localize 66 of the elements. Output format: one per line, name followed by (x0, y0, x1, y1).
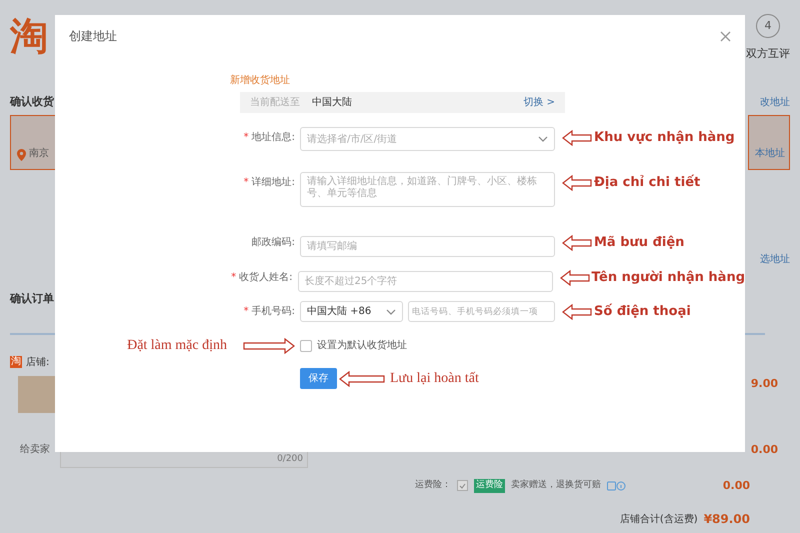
left-arrow-icon (339, 370, 385, 386)
step-label: 双方互评 (746, 46, 790, 62)
address-link[interactable]: 本地址 (755, 146, 785, 161)
checkbox-label: 设置为默认收货地址 (317, 338, 407, 353)
insurance-label: 运费险： (415, 479, 451, 492)
required-asterisk: * (231, 271, 236, 285)
region-select[interactable]: 请选择省/市/区/街道 (300, 127, 555, 151)
required-asterisk: * (244, 176, 249, 190)
message-label: 给卖家 (20, 442, 50, 456)
store-total-label: 店铺合计(含运费) (620, 512, 698, 526)
chevron-down-icon (538, 136, 548, 142)
default-address-checkbox[interactable] (300, 340, 312, 352)
location-pin-icon (17, 149, 26, 161)
section-heading: 确认收货 (10, 94, 54, 110)
field-label: 邮政编码: (252, 236, 295, 250)
step-number: 4 (756, 14, 780, 38)
address-text: 南京 (29, 146, 49, 161)
right-arrow-icon (243, 338, 295, 354)
info-icon (607, 480, 627, 491)
character-counter: 0/200 (277, 453, 303, 466)
store-total-value: ¥89.00 (704, 511, 750, 528)
annotation-text: Tên người nhận hàng (592, 268, 745, 287)
annotation-text: Địa chỉ chi tiết (594, 174, 700, 192)
left-arrow-icon (562, 304, 592, 320)
left-arrow-icon (560, 270, 590, 286)
address-link[interactable]: 选地址 (760, 252, 790, 267)
logo: 淘 (10, 14, 48, 60)
left-arrow-icon (562, 130, 592, 146)
address-textarea[interactable]: 请输入详细地址信息，如道路、门牌号、小区、楼栋号、单元等信息 (300, 172, 555, 207)
postcode-input[interactable]: 请填写邮编 (300, 236, 555, 257)
section-heading: 确认订单 (10, 291, 55, 307)
annotation-text: Số điện thoại (594, 302, 691, 321)
phone-input[interactable]: 电话号码、手机号码必须填一项 (408, 301, 555, 322)
dialog-title: 创建地址 (69, 28, 117, 45)
insurance-price: 0.00 (722, 478, 750, 494)
field-label: 手机号码: (252, 304, 295, 319)
insurance-tag: 运费险 (474, 479, 505, 492)
left-arrow-icon (562, 234, 592, 250)
edit-address-link[interactable]: 改地址 (760, 94, 790, 110)
insurance-text: 卖家赠送，退换货可赔 (511, 479, 601, 492)
close-icon[interactable] (720, 30, 731, 42)
save-button[interactable]: 保存 (300, 368, 337, 389)
left-arrow-icon (562, 174, 592, 190)
annotation-text: Khu vực nhận hàng (594, 128, 735, 147)
field-label: 收货人姓名: (239, 271, 292, 285)
annotation-text: Lưu lại hoàn tất (390, 370, 479, 388)
section-title: 新增收货地址 (230, 74, 291, 88)
field-label: 详细地址: (252, 176, 295, 190)
name-input[interactable]: 长度不超过25个字符 (298, 271, 552, 292)
store-icon: 淘 (10, 356, 22, 368)
region-bar-label: 当前配送至 (250, 96, 300, 110)
country-code-select[interactable]: 中国大陆 +86 (300, 301, 403, 322)
field-label: 地址信息: (252, 130, 295, 145)
annotation-text: Đặt làm mặc định (127, 337, 227, 355)
chevron-down-icon (386, 308, 396, 314)
required-asterisk: * (244, 305, 249, 319)
required-asterisk: * (244, 131, 249, 145)
item-price: 9.00 (750, 376, 778, 392)
address-card[interactable]: 本地址 (748, 115, 790, 170)
insurance-checkbox[interactable] (457, 480, 468, 492)
store-label: 店铺: (26, 356, 50, 370)
switch-link[interactable]: 切换 > (523, 95, 555, 110)
shoe-photo-placeholder (18, 376, 55, 412)
annotation-text: Mã bưu điện (594, 234, 684, 252)
region-value: 中国大陆 (312, 96, 352, 110)
shipping-price: 0.00 (750, 442, 778, 458)
